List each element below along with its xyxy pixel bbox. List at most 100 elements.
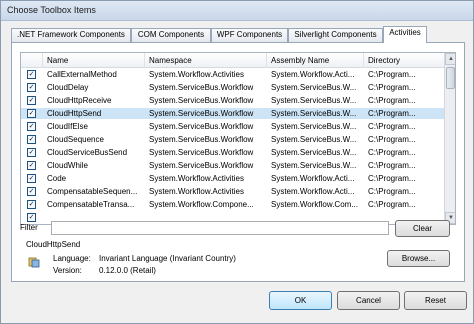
cell-directory: C:\Program... — [368, 187, 416, 196]
ok-button[interactable]: OK — [269, 291, 332, 310]
cell-assembly: System.ServiceBus.W... — [271, 96, 357, 105]
row-checkbox[interactable]: ✓ — [27, 213, 36, 222]
cell-directory: C:\Program... — [368, 174, 416, 183]
row-checkbox[interactable]: ✓ — [27, 135, 36, 144]
grid-header: Name Namespace Assembly Name Directory — [21, 53, 445, 68]
cell-name: CloudWhile — [47, 161, 88, 170]
table-row[interactable]: ✓ CallExternalMethod System.Workflow.Activ… — [21, 69, 445, 80]
cell-name: CloudServiceBusSend — [47, 148, 128, 157]
cell-assembly: System.ServiceBus.W... — [271, 122, 357, 131]
row-checkbox[interactable]: ✓ — [27, 200, 36, 209]
cancel-button[interactable]: Cancel — [337, 291, 400, 310]
cell-assembly: System.Workflow.Acti... — [271, 70, 355, 79]
browse-button[interactable]: Browse... — [387, 250, 450, 267]
tab-net-framework-components[interactable]: .NET Framework Components — [11, 28, 131, 42]
row-checkbox[interactable]: ✓ — [27, 109, 36, 118]
column-header-namespace[interactable]: Namespace — [145, 53, 267, 68]
row-checkbox[interactable]: ✓ — [27, 96, 36, 105]
cell-assembly: System.ServiceBus.W... — [271, 109, 357, 118]
tab-label: Silverlight Components — [294, 30, 377, 39]
table-row[interactable]: ✓ CloudWhile System.ServiceBus.Workflow Sys… — [21, 160, 445, 171]
table-row[interactable]: ✓ CompensatableTransa... System.Workflow.C… — [21, 199, 445, 210]
scroll-thumb[interactable] — [446, 67, 455, 89]
cell-namespace: System.Workflow.Activities — [149, 187, 244, 196]
reset-button[interactable]: Reset — [404, 291, 467, 310]
clear-button[interactable]: Clear — [395, 220, 450, 237]
row-checkbox[interactable]: ✓ — [27, 83, 36, 92]
row-checkbox[interactable]: ✓ — [27, 174, 36, 183]
cell-name: CallExternalMethod — [47, 70, 117, 79]
cell-directory: C:\Program... — [368, 109, 416, 118]
cell-name: CompensatableTransa... — [47, 200, 135, 209]
tab-label: WPF Components — [216, 30, 283, 39]
row-checkbox[interactable]: ✓ — [27, 161, 36, 170]
cell-name: CloudSequence — [47, 135, 104, 144]
cell-namespace: System.ServiceBus.Workflow — [149, 135, 254, 144]
choose-toolbox-items-dialog: Choose Toolbox Items .NET Framework Comp… — [0, 0, 474, 324]
row-checkbox[interactable]: ✓ — [27, 148, 36, 157]
filter-label: Filter — [20, 223, 38, 232]
tab-label: .NET Framework Components — [17, 30, 125, 39]
cell-namespace: System.ServiceBus.Workflow — [149, 148, 254, 157]
toolbox-items-grid[interactable]: Name Namespace Assembly Name Directory ✓… — [20, 52, 456, 225]
cell-namespace: System.ServiceBus.Workflow — [149, 109, 254, 118]
cell-namespace: System.ServiceBus.Workflow — [149, 161, 254, 170]
filter-input[interactable] — [51, 221, 389, 235]
version-value: 0.12.0.0 (Retail) — [99, 266, 156, 275]
cell-name: Code — [47, 174, 67, 183]
cell-namespace: System.Workflow.Activities — [149, 70, 244, 79]
row-checkbox[interactable]: ✓ — [27, 187, 36, 196]
cell-directory: C:\Program... — [368, 83, 416, 92]
column-header-directory[interactable]: Directory — [364, 53, 445, 68]
cell-name: CompensatableSequen... — [47, 187, 138, 196]
tab-label: COM Components — [137, 30, 205, 39]
cell-assembly: System.ServiceBus.W... — [271, 83, 357, 92]
table-row[interactable]: ✓ CompensatableSequen... System.Workflow.A… — [21, 186, 445, 197]
cell-name: CloudDelay — [47, 83, 89, 92]
cell-namespace: System.ServiceBus.Workflow — [149, 83, 254, 92]
cell-assembly: System.Workflow.Acti... — [271, 187, 355, 196]
cell-directory: C:\Program... — [368, 122, 416, 131]
cell-name: CloudHttpReceive — [47, 96, 112, 105]
table-row[interactable]: ✓ CloudHttpReceive System.ServiceBus.Workf… — [21, 95, 445, 106]
language-value: Invariant Language (Invariant Country) — [99, 254, 236, 263]
tab-panel-activities: Name Namespace Assembly Name Directory ✓… — [11, 42, 465, 282]
tab-com-components[interactable]: COM Components — [131, 28, 211, 42]
row-checkbox[interactable]: ✓ — [27, 122, 36, 131]
table-row[interactable]: ✓ CloudDelay System.ServiceBus.Workflow Sys… — [21, 82, 445, 93]
header-checkbox-column — [21, 53, 43, 68]
assembly-info-icon — [28, 257, 40, 268]
cell-directory: C:\Program... — [368, 135, 416, 144]
cell-assembly: System.Workflow.Acti... — [271, 174, 355, 183]
version-label: Version: — [53, 266, 82, 275]
selected-item-name: CloudHttpSend — [26, 240, 81, 249]
tab-label: Activities — [389, 28, 421, 37]
cell-assembly: System.ServiceBus.W... — [271, 161, 357, 170]
window-title: Choose Toolbox Items — [7, 5, 96, 15]
table-row[interactable]: ✓ CloudSequence System.ServiceBus.Workflow… — [21, 134, 445, 145]
cell-namespace: System.ServiceBus.Workflow — [149, 122, 254, 131]
cell-directory: C:\Program... — [368, 70, 416, 79]
scroll-up-icon[interactable]: ▲ — [445, 53, 455, 65]
cell-directory: C:\Program... — [368, 96, 416, 105]
language-label: Language: — [53, 254, 91, 263]
cell-name: CloudHttpSend — [47, 109, 102, 118]
cell-namespace: System.Workflow.Activities — [149, 174, 244, 183]
cell-assembly: System.ServiceBus.W... — [271, 135, 357, 144]
cell-directory: C:\Program... — [368, 200, 416, 209]
vertical-scrollbar[interactable]: ▲ ▼ — [444, 53, 455, 224]
cell-namespace: System.ServiceBus.Workflow — [149, 96, 254, 105]
table-row[interactable]: ✓ CloudIfElse System.ServiceBus.Workflow Sy… — [21, 121, 445, 132]
table-row[interactable]: ✓ Code System.Workflow.Activities System.Wo… — [21, 173, 445, 184]
cell-directory: C:\Program... — [368, 148, 416, 157]
column-header-assembly-name[interactable]: Assembly Name — [267, 53, 364, 68]
table-row[interactable]: ✓ CloudHttpSend System.ServiceBus.Workflow… — [21, 108, 445, 119]
table-row[interactable]: ✓ CloudServiceBusSend System.ServiceBus.Wo… — [21, 147, 445, 158]
cell-name: CloudIfElse — [47, 122, 88, 131]
tab-activities[interactable]: Activities — [383, 26, 427, 43]
row-checkbox[interactable]: ✓ — [27, 70, 36, 79]
cell-namespace: System.Workflow.Compone... — [149, 200, 254, 209]
column-header-name[interactable]: Name — [43, 53, 145, 68]
tab-silverlight-components[interactable]: Silverlight Components — [288, 28, 383, 42]
tab-wpf-components[interactable]: WPF Components — [211, 28, 288, 42]
